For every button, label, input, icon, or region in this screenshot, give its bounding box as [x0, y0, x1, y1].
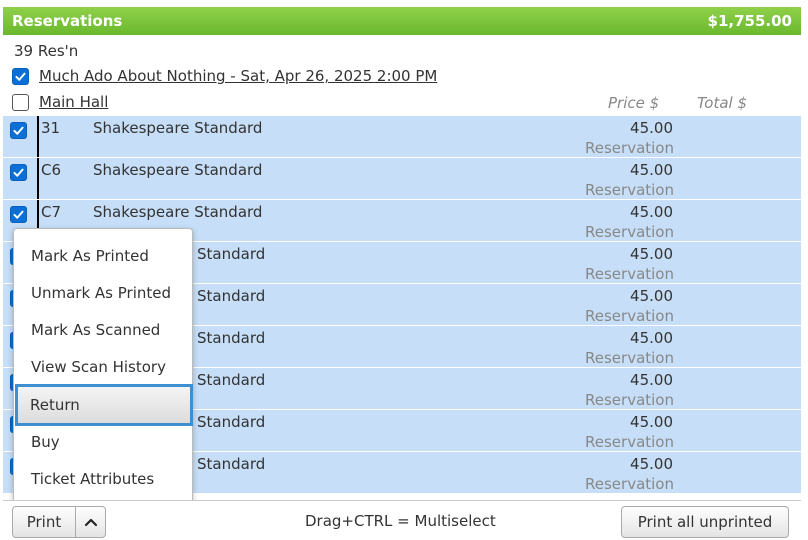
seat-price: 45.00: [630, 329, 673, 347]
seat-price: 45.00: [630, 455, 673, 473]
seat-price: 45.00: [630, 203, 673, 221]
checkmark-icon: [13, 210, 24, 219]
price-column-header: Price $: [608, 94, 660, 112]
drag-handle[interactable]: [37, 116, 39, 157]
seat-type: Reservation: [585, 139, 674, 157]
chevron-up-icon: [84, 518, 97, 527]
seat-type: Reservation: [585, 181, 674, 199]
header-title: Reservations: [12, 12, 123, 30]
seat-price: 45.00: [630, 245, 673, 263]
print-button[interactable]: Print: [12, 506, 76, 538]
menu-item-return[interactable]: Return: [15, 384, 193, 426]
seat-price-level: Shakespeare Standard: [93, 203, 263, 221]
menu-item-mark-as-printed[interactable]: Mark As Printed: [16, 238, 190, 274]
seat-checkbox[interactable]: [10, 206, 27, 223]
multiselect-hint: Drag+CTRL = Multiselect: [305, 512, 496, 530]
section-link[interactable]: Main Hall: [39, 93, 108, 111]
event-link[interactable]: Much Ado About Nothing - Sat, Apr 26, 20…: [39, 67, 437, 85]
seat-type: Reservation: [585, 223, 674, 241]
section-row: Main Hall: [12, 91, 108, 113]
seat-type: Reservation: [585, 349, 674, 367]
seat-price: 45.00: [630, 119, 673, 137]
seat-type: Reservation: [585, 475, 674, 493]
reservation-count: 39 Res'n: [14, 42, 79, 60]
seat-price-level: Standard: [197, 371, 266, 389]
print-all-unprinted-button[interactable]: Print all unprinted: [621, 506, 789, 538]
checkmark-icon: [13, 168, 24, 177]
footer-bar: Print Drag+CTRL = Multiselect Print all …: [3, 500, 801, 540]
seat-price-level: Shakespeare Standard: [93, 119, 263, 137]
checkmark-icon: [13, 126, 24, 135]
seat-type: Reservation: [585, 265, 674, 283]
event-checkbox[interactable]: [12, 67, 29, 85]
seat-price: 45.00: [630, 287, 673, 305]
seat-price-level: Standard: [197, 329, 266, 347]
header-total: $1,755.00: [707, 12, 792, 30]
seat-price: 45.00: [630, 161, 673, 179]
seat-price-level: Standard: [197, 287, 266, 305]
seat-code: 31: [41, 119, 61, 137]
seat-type: Reservation: [585, 307, 674, 325]
reservations-header: Reservations $1,755.00: [3, 7, 801, 35]
menu-item-ticket-attributes[interactable]: Ticket Attributes: [16, 461, 190, 497]
seat-row[interactable]: 31 Shakespeare Standard 45.00 Reservatio…: [3, 115, 801, 157]
print-options-menu: Mark As Printed Unmark As Printed Mark A…: [13, 228, 193, 505]
print-menu-toggle[interactable]: [75, 506, 106, 538]
seat-type: Reservation: [585, 433, 674, 451]
menu-item-buy[interactable]: Buy: [16, 424, 190, 460]
menu-item-view-scan-history[interactable]: View Scan History: [16, 349, 190, 385]
seat-code: C6: [41, 161, 62, 179]
seat-price-level: Standard: [197, 245, 266, 263]
seat-price: 45.00: [630, 371, 673, 389]
seat-price-level: Standard: [197, 413, 266, 431]
checkmark-icon: [15, 72, 26, 81]
menu-item-unmark-as-printed[interactable]: Unmark As Printed: [16, 275, 190, 311]
seat-row[interactable]: C6 Shakespeare Standard 45.00 Reservatio…: [3, 157, 801, 199]
event-row: Much Ado About Nothing - Sat, Apr 26, 20…: [12, 65, 437, 87]
seat-price-level: Standard: [197, 455, 266, 473]
seat-code: C7: [41, 203, 62, 221]
seat-checkbox[interactable]: [10, 122, 27, 139]
seat-checkbox[interactable]: [10, 164, 27, 181]
seat-price: 45.00: [630, 413, 673, 431]
total-column-header: Total $: [697, 94, 748, 112]
seat-price-level: Shakespeare Standard: [93, 161, 263, 179]
drag-handle[interactable]: [37, 158, 39, 199]
seat-type: Reservation: [585, 391, 674, 409]
menu-item-mark-as-scanned[interactable]: Mark As Scanned: [16, 312, 190, 348]
section-checkbox[interactable]: [12, 93, 29, 111]
